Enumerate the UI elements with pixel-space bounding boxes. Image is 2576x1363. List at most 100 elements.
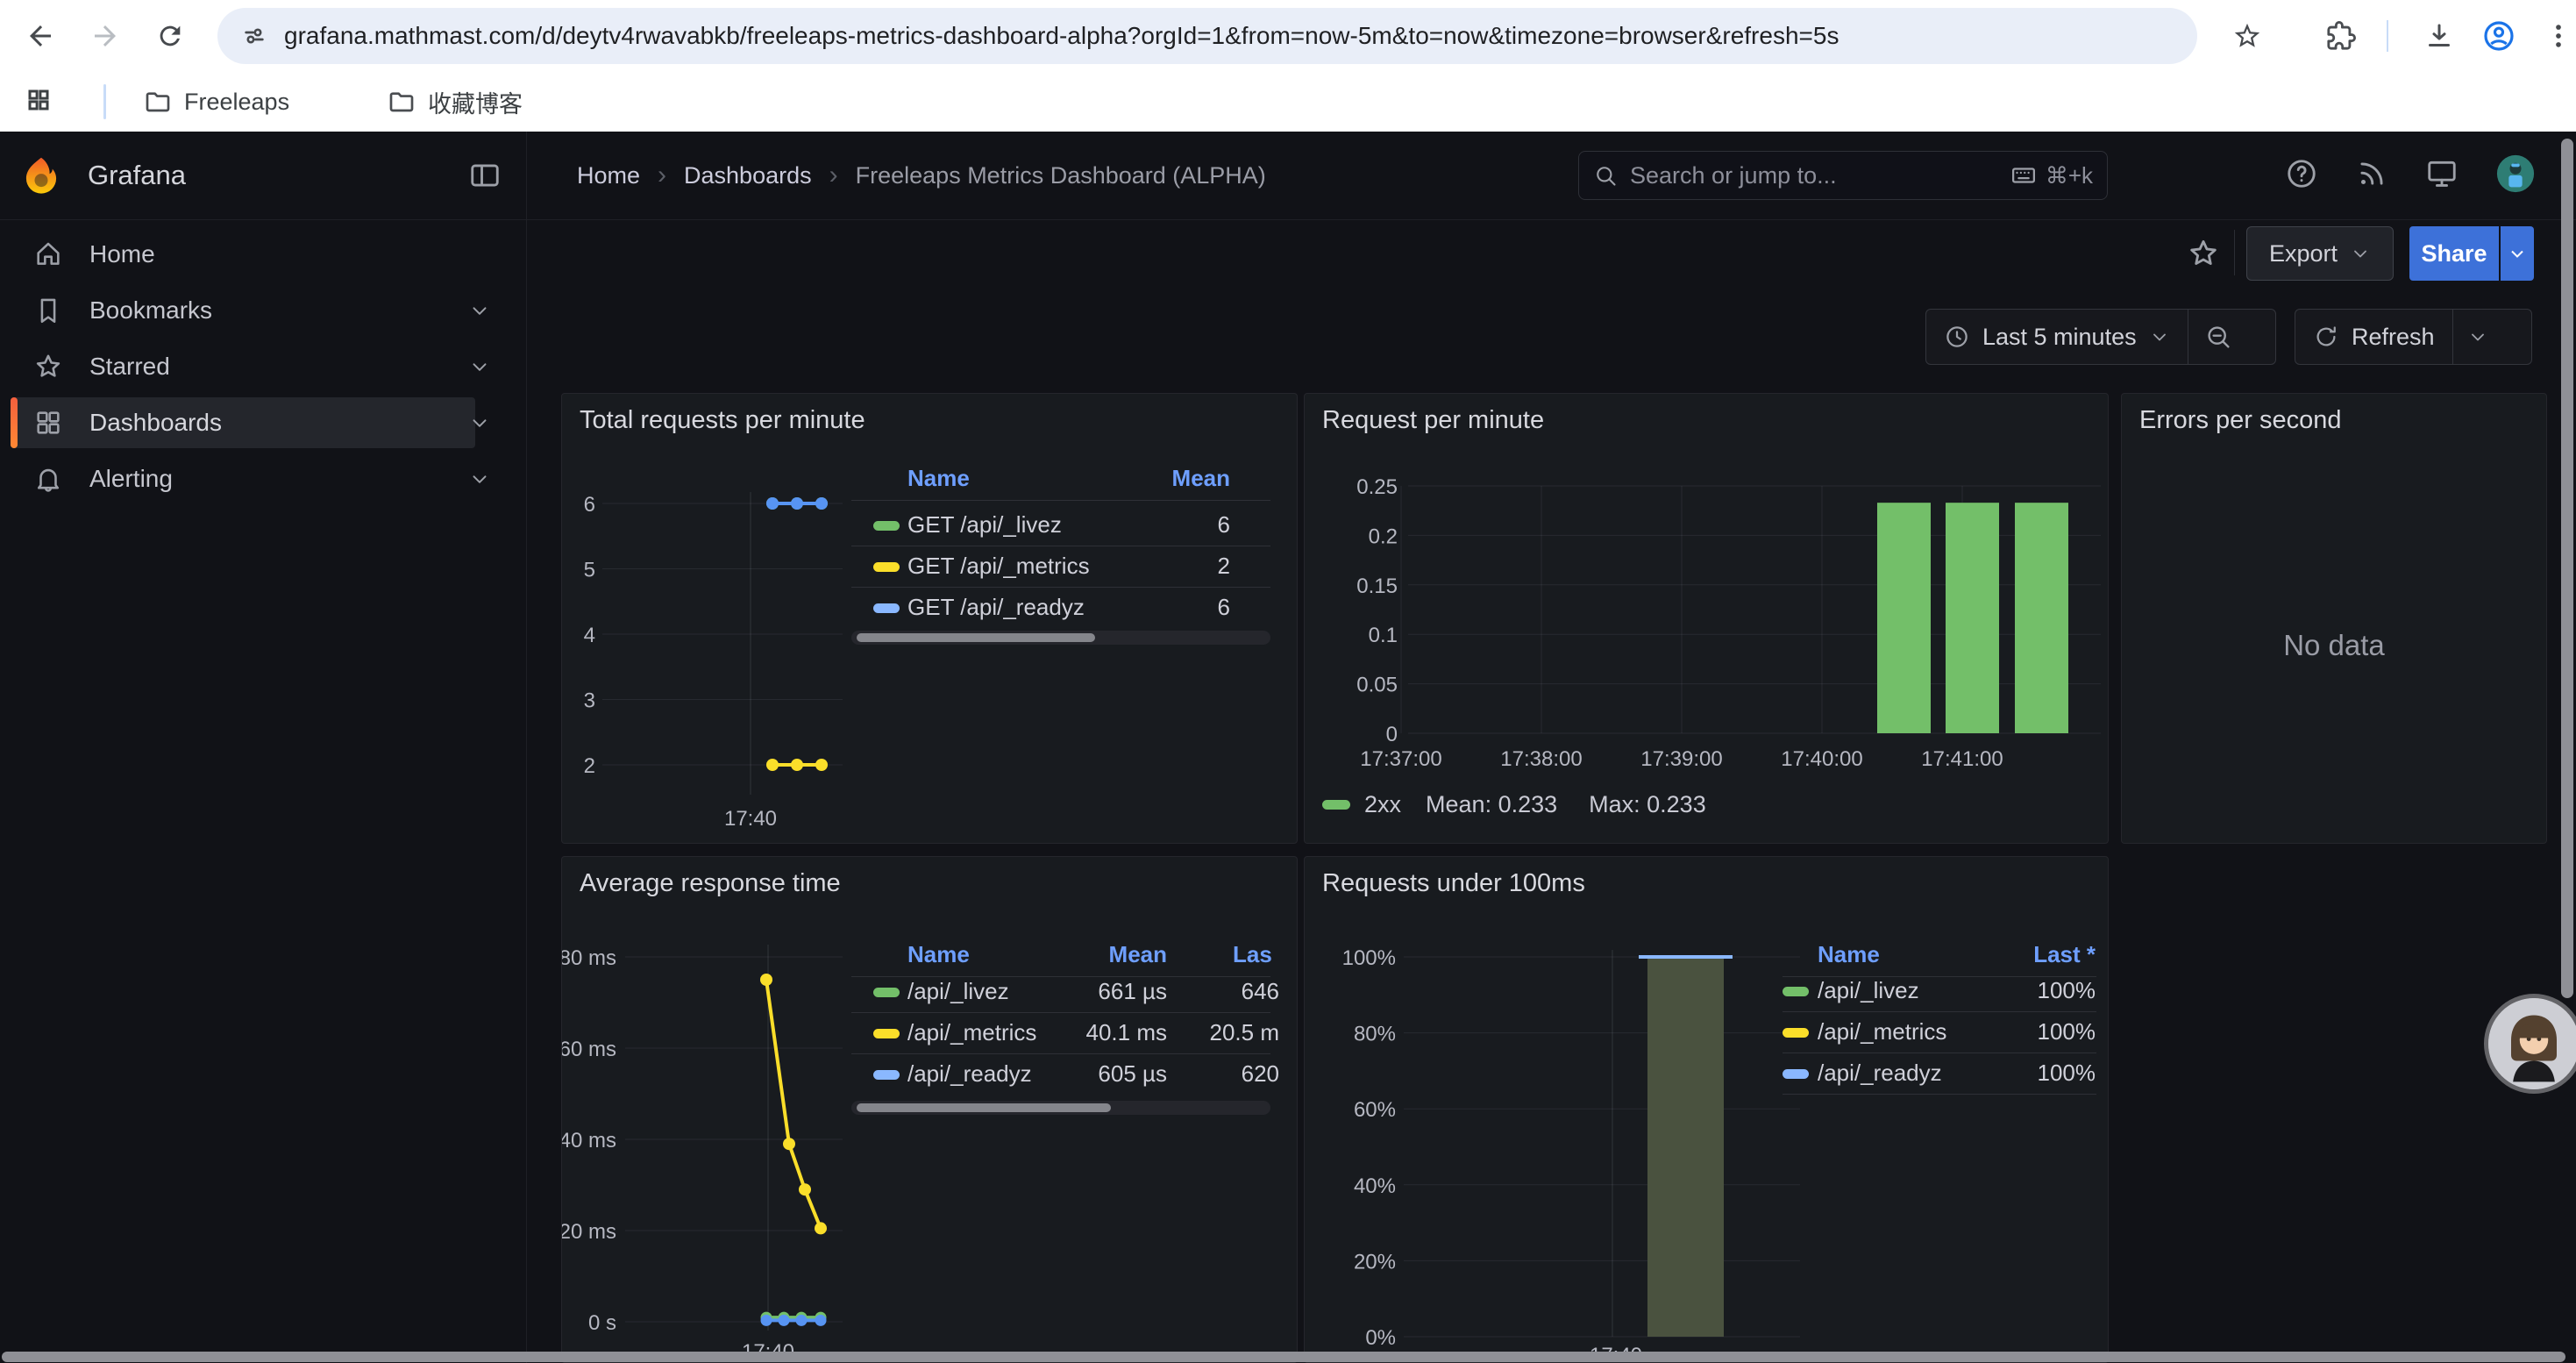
- selected-accent-bar: [11, 397, 18, 448]
- panel-request-per-minute: Request per minute 0.250.20.150.10.05017…: [1304, 393, 2109, 844]
- axis-tick-label: 17:38:00: [1500, 747, 1582, 771]
- chevron-down-icon[interactable]: [468, 467, 491, 490]
- search-input[interactable]: Search or jump to... ⌘+k: [1578, 151, 2108, 200]
- axis-tick-label: 4: [584, 624, 595, 647]
- breadcrumb-separator: ›: [658, 161, 666, 190]
- forward-icon: [89, 20, 121, 52]
- legend-header-value[interactable]: Mean: [851, 941, 1167, 968]
- share-menu-button[interactable]: [2501, 226, 2534, 281]
- zoom-out-button[interactable]: [2188, 310, 2248, 364]
- legend-scrollbar-thumb[interactable]: [857, 633, 1095, 642]
- panel-title[interactable]: Errors per second: [2139, 406, 2342, 435]
- chevron-down-icon: [2467, 326, 2488, 347]
- axis-tick-label: 20%: [1354, 1250, 1396, 1274]
- bookmark-label: Freeleaps: [184, 89, 289, 116]
- url-bar[interactable]: grafana.mathmast.com/d/deytv4rwavabkb/fr…: [217, 8, 2197, 64]
- screen: grafana.mathmast.com/d/deytv4rwavabkb/fr…: [0, 0, 2576, 1363]
- axis-tick-label: 60 ms: [562, 1038, 616, 1061]
- kebab-menu-icon: [2544, 21, 2573, 51]
- share-button[interactable]: Share: [2409, 226, 2499, 281]
- legend-series-value: 646: [851, 978, 1279, 1005]
- profile-button[interactable]: [2471, 8, 2527, 64]
- browser-forward-button[interactable]: [77, 8, 133, 64]
- export-button[interactable]: Export: [2246, 226, 2394, 281]
- chevron-down-icon[interactable]: [468, 355, 491, 378]
- user-avatar[interactable]: [2495, 153, 2536, 198]
- brand-title: Grafana: [88, 132, 186, 219]
- chart-request-per-minute[interactable]: 0.250.20.150.10.05017:37:0017:38:0017:39…: [1305, 394, 2109, 844]
- sidebar-item-bookmarks[interactable]: Bookmarks: [0, 282, 526, 339]
- chevron-down-icon[interactable]: [468, 411, 491, 434]
- sidebar-item-alerting[interactable]: Alerting: [0, 451, 526, 507]
- legend-header-value[interactable]: Last *: [1783, 941, 2096, 968]
- apps-grid-button[interactable]: [14, 75, 63, 125]
- display-button[interactable]: [2425, 157, 2459, 195]
- refresh-button[interactable]: Refresh: [2295, 310, 2452, 364]
- sidebar-item-dashboards[interactable]: Dashboards: [0, 395, 526, 451]
- axis-tick-label: 40 ms: [562, 1129, 616, 1152]
- search-icon: [1593, 163, 1618, 188]
- downloads-button[interactable]: [2411, 8, 2467, 64]
- legend-avg-response-time: NameMeanLas/api/_livez661 µs646/api/_met…: [851, 857, 1298, 1129]
- legend-total-requests: NameMeanGET /api/_livez6GET /api/_metric…: [851, 394, 1272, 657]
- extensions-button[interactable]: [2313, 8, 2369, 64]
- monitor-icon: [2425, 157, 2459, 190]
- help-button[interactable]: [2285, 157, 2318, 195]
- bookmark-label: 收藏博客: [428, 85, 523, 119]
- browser-back-button[interactable]: [12, 8, 68, 64]
- panel-requests-under-100ms: Requests under 100ms 100%80%60%40%20%0%1…: [1304, 856, 2109, 1363]
- axis-tick-label: 0.05: [1356, 674, 1398, 697]
- legend-series-label[interactable]: 2xx: [1364, 791, 1401, 818]
- axis-tick-label: 100%: [1342, 946, 1396, 970]
- chevron-down-icon[interactable]: [468, 299, 491, 322]
- bookmark-folder-freeleaps[interactable]: Freeleaps: [132, 82, 302, 121]
- refresh-icon: [2313, 324, 2339, 350]
- legend-series-value: 100%: [1783, 1060, 2096, 1087]
- legend-request-per-minute[interactable]: 2xx Mean: 0.233 Max: 0.233: [1322, 787, 1706, 822]
- favorite-dashboard-button[interactable]: [2187, 237, 2220, 275]
- chevron-down-icon: [2507, 243, 2528, 264]
- zoom-out-icon: [2204, 323, 2232, 351]
- legend-divider: [851, 587, 1270, 588]
- bookmarks-bar: Freeleaps 收藏博客: [0, 72, 2576, 132]
- horizontal-scrollbar[interactable]: [2, 1352, 2565, 1362]
- legend-dash: [1322, 800, 1350, 810]
- site-info-icon[interactable]: [240, 22, 268, 50]
- collapse-sidebar-button[interactable]: [468, 159, 502, 196]
- axis-tick-label: 17:40: [724, 807, 777, 831]
- legend-scrollbar-thumb[interactable]: [857, 1103, 1111, 1112]
- floating-assistant-avatar[interactable]: [2488, 998, 2576, 1089]
- assistant-avatar-image: [2488, 998, 2576, 1089]
- bookmark-star-button[interactable]: [2219, 8, 2275, 64]
- breadcrumb: Home › Dashboards › Freeleaps Metrics Da…: [577, 132, 1266, 219]
- axis-tick-label: 5: [584, 559, 595, 582]
- legend-header-value[interactable]: Mean: [851, 465, 1230, 492]
- breadcrumb-home[interactable]: Home: [577, 162, 640, 189]
- grafana-logo[interactable]: [19, 154, 63, 203]
- axis-tick-label: 17:41:00: [1921, 747, 2003, 771]
- refresh-interval-button[interactable]: [2453, 310, 2502, 364]
- sidebar-item-home[interactable]: Home: [0, 226, 526, 282]
- axis-tick-label: 17:40:00: [1781, 747, 1862, 771]
- browser-reload-button[interactable]: [142, 8, 198, 64]
- news-button[interactable]: [2355, 157, 2388, 195]
- grafana-header: Grafana Home › Dashboards › Freeleaps Me…: [0, 132, 2576, 220]
- legend-header-value[interactable]: Las: [1233, 941, 1272, 968]
- time-controls: Last 5 minutes: [1925, 309, 2276, 365]
- search-shortcut: ⌘+k: [2010, 162, 2093, 189]
- time-range-picker[interactable]: Last 5 minutes: [1926, 310, 2188, 364]
- legend-divider: [851, 976, 1270, 977]
- bookmark-icon: [33, 296, 63, 325]
- browser-menu-button[interactable]: [2530, 8, 2576, 64]
- bookmarks-divider: [103, 84, 106, 119]
- dashboards-grid-icon: [33, 408, 63, 438]
- header-actions: [2285, 132, 2536, 219]
- bookmark-folder-blogs[interactable]: 收藏博客: [375, 82, 535, 121]
- axis-tick-label: 80 ms: [562, 946, 616, 970]
- folder-icon: [388, 88, 416, 116]
- legend-mean: Mean: 0.233: [1426, 791, 1557, 818]
- vertical-scrollbar[interactable]: [2561, 139, 2573, 998]
- selected-highlight: [11, 397, 475, 448]
- sidebar-item-starred[interactable]: Starred: [0, 339, 526, 395]
- breadcrumb-dashboards[interactable]: Dashboards: [684, 162, 812, 189]
